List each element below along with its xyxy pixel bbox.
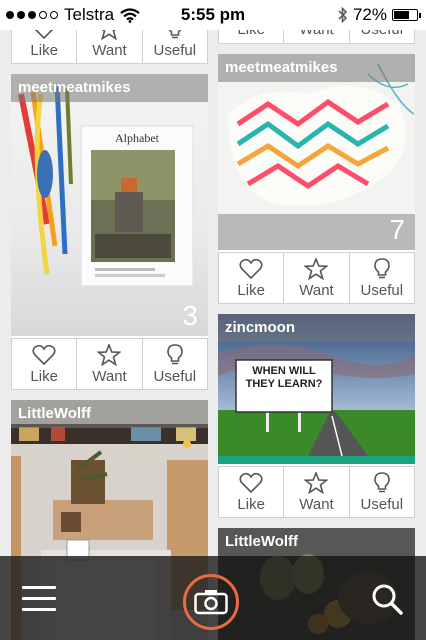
photo-count: 3 — [182, 300, 198, 331]
menu-button[interactable] — [22, 586, 56, 612]
magazine-photo: Alphabet — [18, 83, 194, 287]
hamburger-icon — [22, 586, 56, 589]
camera-icon — [194, 590, 228, 615]
want-label: Want — [299, 495, 334, 513]
post-username[interactable]: meetmeatmikes — [218, 54, 415, 82]
like-label: Like — [30, 41, 58, 59]
lightbulb-icon — [167, 343, 183, 364]
like-label: Like — [30, 367, 58, 385]
post-username[interactable]: zincmoon — [218, 314, 415, 342]
like-label: Like — [237, 281, 265, 299]
like-button[interactable]: Like — [12, 339, 78, 389]
want-button[interactable]: Want — [77, 339, 143, 389]
want-label: Want — [299, 281, 334, 299]
post-username[interactable]: meetmeatmikes — [11, 74, 208, 102]
status-right: 72% — [338, 5, 421, 25]
like-button[interactable]: Like — [219, 253, 285, 303]
lightbulb-icon — [374, 257, 390, 278]
action-bar: Like Want Useful — [218, 466, 415, 518]
lightbulb-icon — [374, 471, 390, 492]
billboard-text: WHEN WILL THEY LEARN? — [245, 365, 323, 390]
useful-button[interactable]: Useful — [350, 467, 414, 517]
search-button[interactable] — [370, 582, 404, 616]
photo-count: 7 — [389, 214, 405, 245]
bluetooth-icon — [338, 7, 348, 23]
post-photo[interactable]: WHEN WILL THEY LEARN? zincmoon — [218, 314, 415, 464]
star-icon — [304, 257, 329, 280]
feed[interactable]: Like Want Useful Alphabet meetmeatmikes … — [0, 0, 426, 640]
bottom-toolbar — [0, 556, 426, 640]
status-bar: Telstra 5:55 pm 72% — [0, 0, 426, 30]
useful-label: Useful — [153, 367, 197, 385]
like-button[interactable]: Like — [219, 467, 285, 517]
useful-label: Useful — [360, 495, 404, 513]
battery-percent: 72% — [352, 5, 387, 24]
action-bar: Like Want Useful — [11, 338, 208, 390]
post-card[interactable]: meetmeatmikes 7 Like Want Useful — [218, 54, 415, 304]
want-label: Want — [92, 41, 127, 59]
post-photo[interactable]: Alphabet meetmeatmikes 3 — [11, 74, 208, 336]
want-button[interactable]: Want — [284, 253, 350, 303]
battery-icon — [392, 9, 421, 21]
want-button[interactable]: Want — [284, 467, 350, 517]
useful-button[interactable]: Useful — [350, 253, 414, 303]
post-username[interactable]: LittleWolff — [218, 528, 415, 556]
star-icon — [304, 471, 329, 494]
heart-icon — [239, 472, 263, 493]
search-icon — [372, 584, 403, 615]
heart-icon — [32, 344, 56, 365]
camera-button[interactable] — [183, 574, 239, 630]
want-label: Want — [92, 367, 127, 385]
heart-icon — [239, 258, 263, 279]
useful-label: Useful — [153, 41, 197, 59]
action-bar: Like Want Useful — [218, 252, 415, 304]
useful-label: Useful — [360, 281, 404, 299]
post-username[interactable]: LittleWolff — [11, 400, 208, 428]
like-label: Like — [237, 495, 265, 513]
post-card[interactable]: WHEN WILL THEY LEARN? zincmoon Like Want… — [218, 314, 415, 518]
crochet-photo — [218, 54, 415, 250]
useful-button[interactable]: Useful — [143, 339, 207, 389]
post-photo[interactable]: meetmeatmikes 7 — [218, 54, 415, 250]
magazine-title: Alphabet — [115, 131, 160, 145]
post-card[interactable]: Alphabet meetmeatmikes 3 Like Want Usefu… — [11, 74, 208, 390]
star-icon — [97, 343, 122, 366]
